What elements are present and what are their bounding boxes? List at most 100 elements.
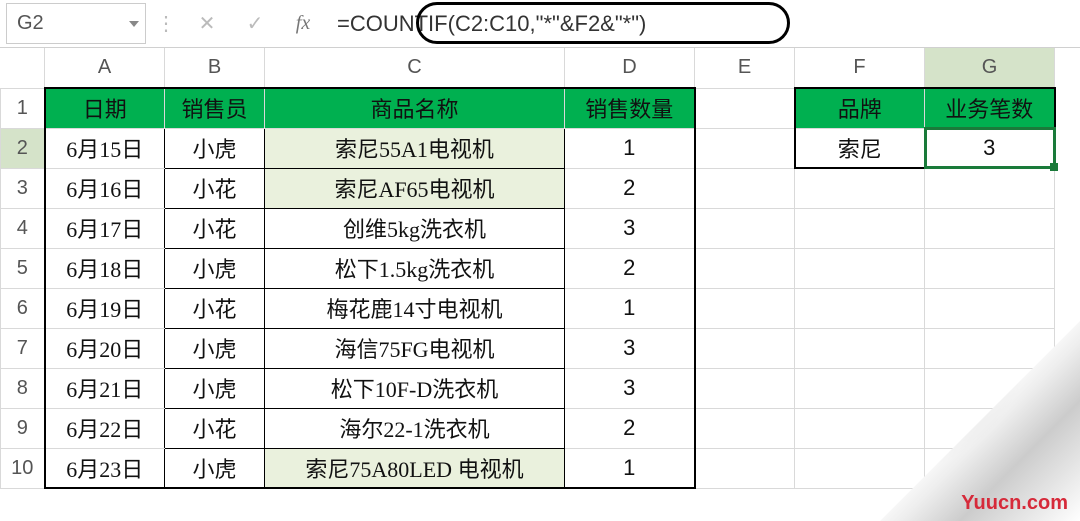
- cell-product[interactable]: 海信75FG电视机: [265, 328, 565, 368]
- header-date[interactable]: 日期: [45, 88, 165, 128]
- cell-product[interactable]: 松下1.5kg洗衣机: [265, 248, 565, 288]
- row-header-8[interactable]: 8: [1, 368, 45, 408]
- cell-E4[interactable]: [695, 208, 795, 248]
- cell-product[interactable]: 梅花鹿14寸电视机: [265, 288, 565, 328]
- row-1: 1日期销售员商品名称销售数量 品牌业务笔数: [1, 88, 1055, 128]
- cell-product[interactable]: 海尔22-1洗衣机: [265, 408, 565, 448]
- cell-F8[interactable]: [795, 368, 925, 408]
- cell-salesperson[interactable]: 小虎: [165, 328, 265, 368]
- header-count[interactable]: 业务笔数: [925, 88, 1055, 128]
- row-header-6[interactable]: 6: [1, 288, 45, 328]
- cell-count[interactable]: 3: [925, 128, 1055, 168]
- cell-product[interactable]: 松下10F-D洗衣机: [265, 368, 565, 408]
- cell-date[interactable]: 6月22日: [45, 408, 165, 448]
- cell-F5[interactable]: [795, 248, 925, 288]
- cell-G5[interactable]: [925, 248, 1055, 288]
- cell-G4[interactable]: [925, 208, 1055, 248]
- chevron-down-icon[interactable]: [129, 21, 139, 27]
- name-box[interactable]: G2: [6, 3, 146, 44]
- col-header-F[interactable]: F: [795, 48, 925, 88]
- cell-date[interactable]: 6月17日: [45, 208, 165, 248]
- row-header-2[interactable]: 2: [1, 128, 45, 168]
- cell-F9[interactable]: [795, 408, 925, 448]
- cell-qty[interactable]: 3: [565, 328, 695, 368]
- cell-date[interactable]: 6月20日: [45, 328, 165, 368]
- cell-G3[interactable]: [925, 168, 1055, 208]
- cell-qty[interactable]: 3: [565, 368, 695, 408]
- row-header-3[interactable]: 3: [1, 168, 45, 208]
- cell-date[interactable]: 6月19日: [45, 288, 165, 328]
- cell-qty[interactable]: 1: [565, 128, 695, 168]
- cell-qty[interactable]: 2: [565, 408, 695, 448]
- header-brand[interactable]: 品牌: [795, 88, 925, 128]
- cell-F6[interactable]: [795, 288, 925, 328]
- cell-G8[interactable]: [925, 368, 1055, 408]
- row-header-5[interactable]: 5: [1, 248, 45, 288]
- cell-G6[interactable]: [925, 288, 1055, 328]
- cell-salesperson[interactable]: 小虎: [165, 448, 265, 488]
- fill-handle[interactable]: [1050, 163, 1058, 171]
- cell-salesperson[interactable]: 小花: [165, 408, 265, 448]
- cell-date[interactable]: 6月23日: [45, 448, 165, 488]
- col-header-B[interactable]: B: [165, 48, 265, 88]
- cell-date[interactable]: 6月16日: [45, 168, 165, 208]
- cell-brand[interactable]: 索尼: [795, 128, 925, 168]
- cell-qty[interactable]: 1: [565, 288, 695, 328]
- cell-F4[interactable]: [795, 208, 925, 248]
- cell-product[interactable]: 创维5kg洗衣机: [265, 208, 565, 248]
- select-all-corner[interactable]: [1, 48, 45, 88]
- row-8: 86月21日小虎松下10F-D洗衣机3: [1, 368, 1055, 408]
- cell-E7[interactable]: [695, 328, 795, 368]
- cell-E3[interactable]: [695, 168, 795, 208]
- cell-date[interactable]: 6月15日: [45, 128, 165, 168]
- cell-date[interactable]: 6月21日: [45, 368, 165, 408]
- cell-salesperson[interactable]: 小虎: [165, 128, 265, 168]
- cell-G9[interactable]: [925, 408, 1055, 448]
- row-header-4[interactable]: 4: [1, 208, 45, 248]
- cell-E1[interactable]: [695, 88, 795, 128]
- cell-F3[interactable]: [795, 168, 925, 208]
- col-header-G[interactable]: G: [925, 48, 1055, 88]
- header-qty[interactable]: 销售数量: [565, 88, 695, 128]
- header-salesperson[interactable]: 销售员: [165, 88, 265, 128]
- row-header-10[interactable]: 10: [1, 448, 45, 488]
- accept-button[interactable]: ✓: [231, 0, 279, 47]
- cell-qty[interactable]: 2: [565, 168, 695, 208]
- fx-label[interactable]: fx: [279, 0, 327, 47]
- cell-salesperson[interactable]: 小花: [165, 168, 265, 208]
- cell-G7[interactable]: [925, 328, 1055, 368]
- cell-E6[interactable]: [695, 288, 795, 328]
- row-header-7[interactable]: 7: [1, 328, 45, 368]
- row-header-9[interactable]: 9: [1, 408, 45, 448]
- spreadsheet-grid[interactable]: A B C D E F G 1日期销售员商品名称销售数量品牌业务笔数26月15日…: [0, 48, 1080, 489]
- row-header-1[interactable]: 1: [1, 88, 45, 128]
- cell-salesperson[interactable]: 小花: [165, 288, 265, 328]
- row-6: 66月19日小花梅花鹿14寸电视机1: [1, 288, 1055, 328]
- formula-input[interactable]: =COUNTIF(C2:C10,"*"&F2&"*"): [327, 0, 1080, 47]
- cell-G10[interactable]: [925, 448, 1055, 488]
- cell-qty[interactable]: 1: [565, 448, 695, 488]
- cell-F10[interactable]: [795, 448, 925, 488]
- cell-qty[interactable]: 2: [565, 248, 695, 288]
- cell-E5[interactable]: [695, 248, 795, 288]
- cell-salesperson[interactable]: 小虎: [165, 368, 265, 408]
- cell-qty[interactable]: 3: [565, 208, 695, 248]
- col-header-C[interactable]: C: [265, 48, 565, 88]
- cell-salesperson[interactable]: 小虎: [165, 248, 265, 288]
- row-3: 36月16日小花索尼AF65电视机2: [1, 168, 1055, 208]
- cell-E2[interactable]: [695, 128, 795, 168]
- cell-salesperson[interactable]: 小花: [165, 208, 265, 248]
- header-product[interactable]: 商品名称: [265, 88, 565, 128]
- cell-E10[interactable]: [695, 448, 795, 488]
- cell-E8[interactable]: [695, 368, 795, 408]
- col-header-D[interactable]: D: [565, 48, 695, 88]
- cell-E9[interactable]: [695, 408, 795, 448]
- cancel-button[interactable]: ✕: [183, 0, 231, 47]
- cell-F7[interactable]: [795, 328, 925, 368]
- cell-product[interactable]: 索尼AF65电视机: [265, 168, 565, 208]
- cell-product[interactable]: 索尼55A1电视机: [265, 128, 565, 168]
- cell-product[interactable]: 索尼75A80LED 电视机: [265, 448, 565, 488]
- cell-date[interactable]: 6月18日: [45, 248, 165, 288]
- col-header-E[interactable]: E: [695, 48, 795, 88]
- col-header-A[interactable]: A: [45, 48, 165, 88]
